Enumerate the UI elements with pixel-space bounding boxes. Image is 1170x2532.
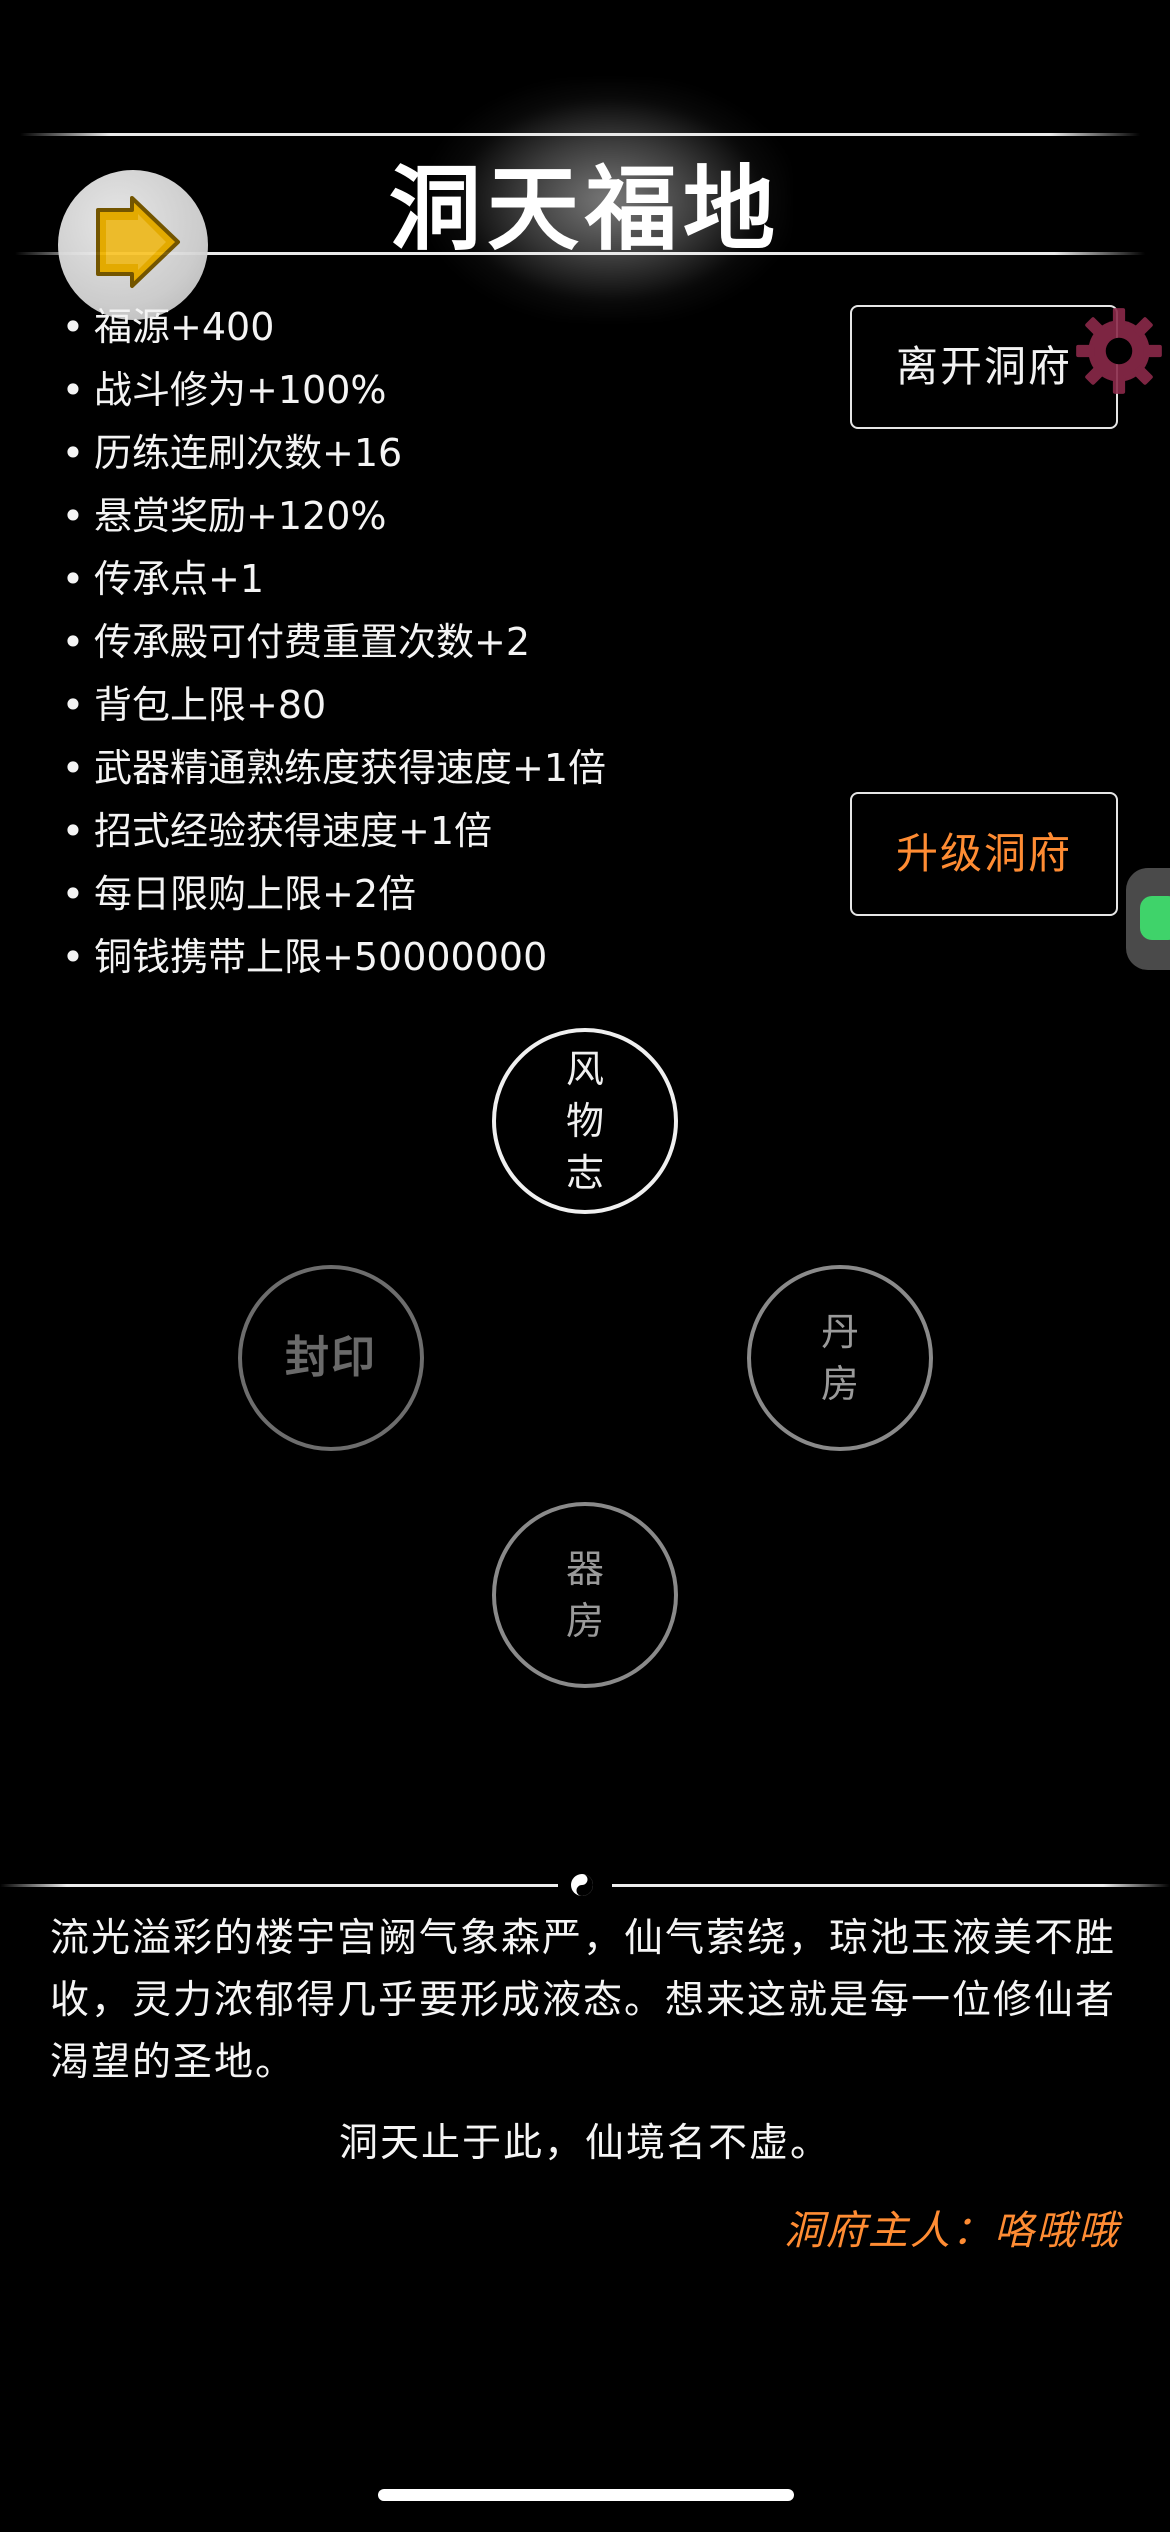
- buff-item: 每日限购上限+2倍: [56, 863, 606, 926]
- buff-list: 福源+400 战斗修为+100% 历练连刷次数+16 悬赏奖励+120% 传承点…: [56, 296, 606, 989]
- alchemy-room-button[interactable]: 丹 房: [747, 1265, 933, 1451]
- buff-item: 传承殿可付费重置次数+2: [56, 611, 606, 674]
- home-indicator[interactable]: [378, 2489, 794, 2501]
- cave-description: 流光溢彩的楼宇宫阙气象森严，仙气萦绕，琼池玉液美不胜收，灵力浓郁得几乎要形成液态…: [50, 1916, 1117, 2085]
- buff-item: 铜钱携带上限+50000000: [56, 926, 606, 989]
- circle-label: 封印: [285, 1332, 377, 1383]
- buff-item: 历练连刷次数+16: [56, 422, 606, 485]
- buff-item: 背包上限+80: [56, 674, 606, 737]
- forge-room-button[interactable]: 器 房: [492, 1502, 678, 1688]
- circle-label: 风: [565, 1047, 604, 1091]
- circle-label: 物: [565, 1099, 604, 1143]
- divider-line-right: [612, 1884, 1170, 1887]
- cave-poem: 洞天止于此，仙境名不虚。: [338, 2121, 831, 2166]
- circle-label: 房: [565, 1599, 604, 1643]
- upgrade-cave-button[interactable]: 升级洞府: [850, 792, 1118, 916]
- yinyang-icon: [571, 1874, 593, 1896]
- divider-line-left: [0, 1884, 558, 1887]
- buff-item: 招式经验获得速度+1倍: [56, 800, 606, 863]
- circle-label: 房: [820, 1362, 859, 1406]
- circle-label: 志: [565, 1151, 604, 1195]
- cave-owner: 洞府主人：咯哦哦: [784, 2208, 1120, 2254]
- circle-label: 丹: [820, 1310, 859, 1354]
- seal-button[interactable]: 封印: [238, 1265, 424, 1451]
- buff-item: 武器精通熟练度获得速度+1倍: [56, 737, 606, 800]
- buff-item: 悬赏奖励+120%: [56, 485, 606, 548]
- chat-tab[interactable]: [1126, 868, 1170, 970]
- buff-item: 战斗修为+100%: [56, 359, 606, 422]
- fengwuzhi-button[interactable]: 风 物 志: [492, 1028, 678, 1214]
- buff-item: 传承点+1: [56, 548, 606, 611]
- back-arrow-icon: [96, 196, 180, 288]
- buff-item: 福源+400: [56, 296, 606, 359]
- chat-icon: [1140, 896, 1170, 940]
- gear-icon[interactable]: [1068, 300, 1170, 402]
- circle-label: 器: [565, 1547, 604, 1591]
